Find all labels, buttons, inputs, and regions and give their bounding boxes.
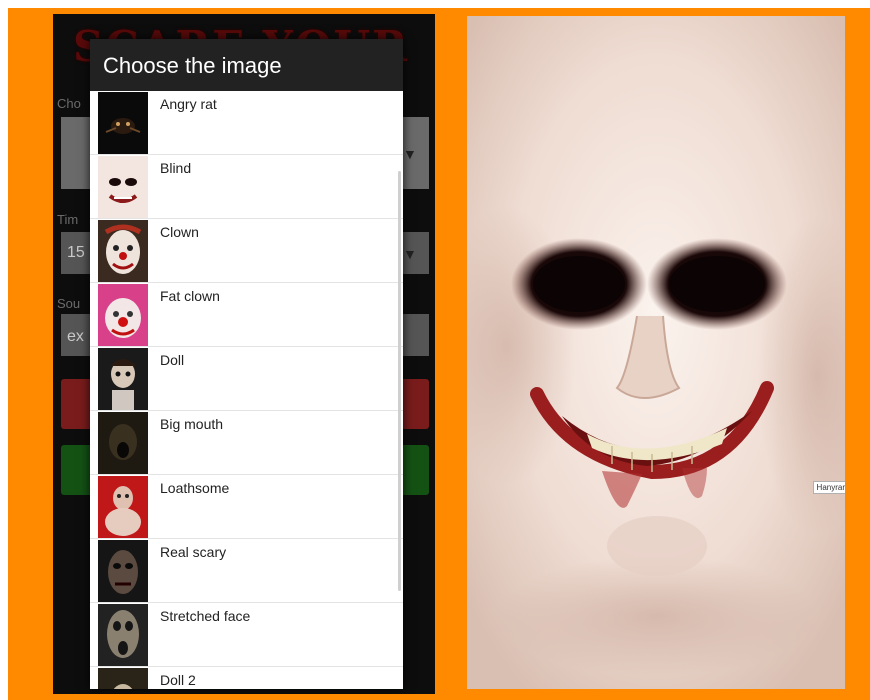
scary-face-illustration: [467, 16, 845, 689]
doll-2-thumbnail: [98, 668, 148, 689]
chevron-down-icon: ▼: [403, 246, 417, 262]
watermark-label: Hanyrar: [812, 481, 845, 494]
angry-rat-thumbnail: [98, 92, 148, 154]
clown-thumbnail: [98, 220, 148, 282]
item-label: Loathsome: [160, 480, 230, 496]
item-label: Blind: [160, 160, 192, 176]
time-value: 15: [67, 244, 85, 261]
time-label: Tim: [57, 212, 79, 227]
choose-label: Cho: [57, 96, 81, 111]
list-item-stretched-face[interactable]: Stretched face: [90, 603, 403, 667]
list-scrollbar[interactable]: [398, 171, 401, 591]
list-item-fat-clown[interactable]: Fat clown: [90, 283, 403, 347]
phone-screenshot: SCARE YOUR FRIEND Cho ▼ Tim 15 ▼ Sou ex …: [53, 14, 435, 694]
stretched-face-thumbnail: [98, 604, 148, 666]
list-item-big-mouth[interactable]: Big mouth: [90, 411, 403, 475]
list-item-angry-rat[interactable]: Angry rat: [90, 91, 403, 155]
dialog-title: Choose the image: [90, 39, 403, 91]
sound-value: ex: [67, 328, 84, 345]
choose-image-dialog: Choose the image Angry rat Blind Clown F…: [90, 39, 403, 689]
item-label: Fat clown: [160, 288, 220, 304]
item-label: Stretched face: [160, 608, 251, 624]
sound-label: Sou: [57, 296, 81, 311]
list-item-clown[interactable]: Clown: [90, 219, 403, 283]
list-item-real-scary[interactable]: Real scary: [90, 539, 403, 603]
scary-face-image: Hanyrar: [467, 16, 845, 689]
doll-thumbnail: [98, 348, 148, 410]
list-item-doll[interactable]: Doll: [90, 347, 403, 411]
image-list: Angry rat Blind Clown Fat clown Doll Big…: [90, 91, 403, 689]
list-item-blind[interactable]: Blind: [90, 155, 403, 219]
item-label: Clown: [160, 224, 199, 240]
chevron-down-icon: ▼: [403, 146, 417, 162]
item-label: Doll: [160, 352, 185, 368]
blind-face-thumbnail: [98, 156, 148, 218]
item-label: Doll 2: [160, 672, 196, 688]
list-item-doll-2[interactable]: Doll 2: [90, 667, 403, 689]
item-label: Big mouth: [160, 416, 224, 432]
big-mouth-thumbnail: [98, 412, 148, 474]
fat-clown-thumbnail: [98, 284, 148, 346]
item-label: Angry rat: [160, 96, 217, 112]
item-label: Real scary: [160, 544, 227, 560]
list-item-loathsome[interactable]: Loathsome: [90, 475, 403, 539]
real-scary-thumbnail: [98, 540, 148, 602]
loathsome-thumbnail: [98, 476, 148, 538]
